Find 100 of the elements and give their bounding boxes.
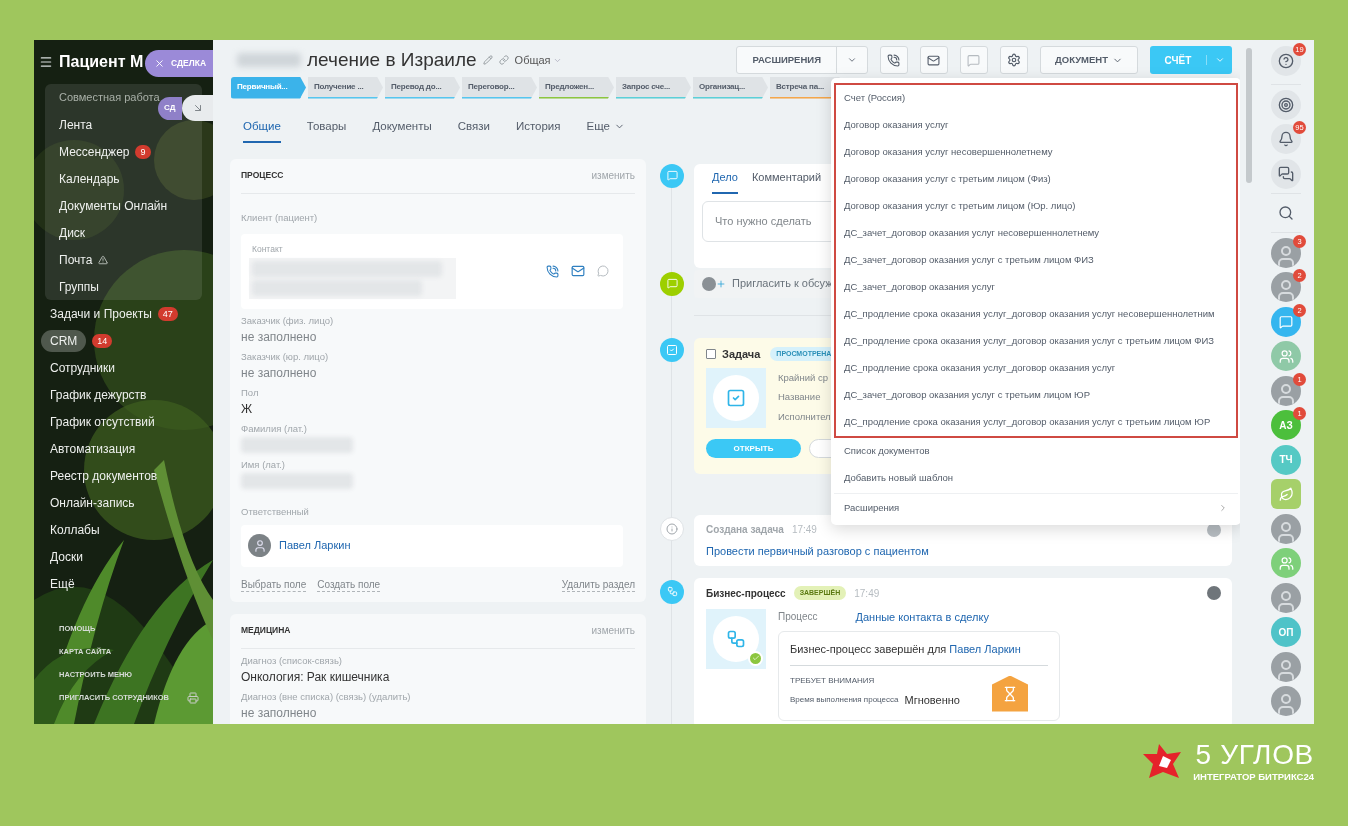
tab[interactable]: Еще <box>586 112 625 143</box>
menu-item[interactable]: ДС_продление срока оказания услуг_договор оказания услуг с третьим лицом ФИЗ <box>836 328 1236 355</box>
portal-title: Пациент М <box>59 52 144 72</box>
settings-button[interactable] <box>1000 46 1028 75</box>
sidebar-item[interactable]: Реестр документов <box>50 466 158 485</box>
menu-item[interactable]: ДС_продление срока оказания услуг_договор оказания услуг несовершеннолетним <box>836 301 1236 328</box>
call-button[interactable] <box>880 46 908 75</box>
tab[interactable]: Общие <box>243 112 281 143</box>
menu-item[interactable]: Договор оказания услуг с третьим лицом (Юр. лицо) <box>836 193 1236 220</box>
stage-step[interactable]: Переговор... <box>462 76 537 99</box>
avatar <box>1207 585 1221 600</box>
tab[interactable]: История <box>515 112 561 143</box>
sidebar-item[interactable]: Совместная работа <box>59 89 160 106</box>
sidebar-item[interactable]: Сотрудники <box>50 358 115 377</box>
sidebar-item[interactable]: Ещё <box>50 574 75 593</box>
field-label: Диагноз (вне списка) (связь) (удалить) <box>241 690 412 703</box>
field-value: Мгновенно <box>904 692 960 708</box>
sidebar-item[interactable]: Коллабы <box>50 520 100 539</box>
mail-icon[interactable] <box>571 264 585 278</box>
sidebar-item[interactable]: Доски <box>50 547 83 566</box>
tab[interactable]: Документы <box>372 112 432 143</box>
editor-tab[interactable]: Дело <box>712 169 738 194</box>
tab[interactable]: Товары <box>306 112 347 143</box>
field-label: Ответственный <box>241 505 309 517</box>
sidebar-item[interactable]: График дежурств <box>50 385 147 404</box>
result-text: Бизнес-процесс завершён для <box>790 643 948 655</box>
sidebar-item[interactable]: Документы Онлайн <box>59 196 168 215</box>
menu-item[interactable]: Договор оказания услуг <box>836 112 1236 139</box>
collapse-button[interactable] <box>182 95 213 121</box>
stage-step[interactable]: Получение ... <box>308 76 383 99</box>
field-action-link[interactable]: Создать поле <box>317 578 381 592</box>
sidebar-item[interactable]: Группы <box>59 277 99 296</box>
field-label: Клиент (пациент) <box>241 211 318 223</box>
logo-icon <box>1143 744 1184 781</box>
phone-icon <box>887 53 901 67</box>
menu-item[interactable]: Список документов <box>834 438 1238 465</box>
avatar[interactable] <box>1271 375 1301 406</box>
event-title: Создана задача <box>706 522 784 537</box>
group-avatar[interactable] <box>1271 548 1301 578</box>
stage-step[interactable]: Предложен... <box>539 76 614 99</box>
field-value: не заполнено <box>241 328 318 345</box>
blurred-text <box>237 53 301 68</box>
menu-item[interactable]: ДС_зачет_договор оказания услуг с третьим лицом ФИЗ <box>836 247 1236 274</box>
menu-item[interactable]: ДС_зачет_договор оказания услуг с третьим лицом ЮР <box>836 382 1236 409</box>
avatar[interactable] <box>1271 272 1301 302</box>
menu-item[interactable]: Договор оказания услуг с третьим лицом (Физ) <box>836 166 1236 193</box>
stage-step[interactable]: Организац... <box>693 76 768 99</box>
avatar[interactable] <box>1271 237 1301 268</box>
warning-icon <box>98 254 109 265</box>
menu-item[interactable]: ДС_продление срока оказания услуг_договор оказания услуг <box>836 355 1236 382</box>
menu-item[interactable]: Расширения <box>834 494 1238 522</box>
pencil-icon[interactable] <box>482 55 493 66</box>
sidebar-item[interactable]: Лента <box>59 115 93 134</box>
stage-step[interactable]: Перевод до... <box>385 76 460 99</box>
sidebar-item[interactable]: Задачи и Проекты <box>50 304 152 323</box>
checkbox[interactable] <box>706 348 716 359</box>
delete-section-link[interactable]: Удалить раздел <box>561 578 635 592</box>
task-link[interactable]: Провести первичный разговор с пациентом <box>706 542 1220 559</box>
chat-avatar[interactable] <box>1271 306 1301 337</box>
field-label: Контакт <box>251 243 284 256</box>
chat-icon[interactable] <box>1271 158 1301 189</box>
stage-step[interactable]: Запрос сче... <box>616 76 691 99</box>
user-link[interactable]: Павел Ларкин <box>949 643 1021 655</box>
avatar[interactable] <box>1271 582 1301 613</box>
category-selector[interactable]: Общая <box>514 52 562 69</box>
target-icon[interactable] <box>1271 89 1301 120</box>
process-link[interactable]: Данные контакта в сделку <box>855 608 989 625</box>
link-icon[interactable] <box>498 55 509 66</box>
close-icon[interactable] <box>154 58 165 69</box>
menu-item[interactable]: ДС_продление срока оказания услуг_договор оказания услуг с третьим лицом ЮР <box>836 409 1236 436</box>
document-button[interactable]: ДОКУМЕНТ <box>1040 46 1138 75</box>
sidebar-item[interactable]: Диск <box>59 223 86 242</box>
user-link[interactable]: Павел Ларкин <box>279 537 351 554</box>
menu-icon[interactable] <box>39 55 53 69</box>
menu-item[interactable]: Добавить новый шаблон <box>834 465 1238 492</box>
field-label: Диагноз (список-связь) <box>241 654 344 667</box>
editor-tab[interactable]: Комментарий <box>751 169 822 194</box>
field-action-link[interactable]: Выбрать поле <box>241 578 307 592</box>
extensions-button[interactable]: РАСШИРЕНИЯ <box>736 46 868 75</box>
sidebar-item[interactable]: График отсутствий <box>50 412 155 431</box>
phone-icon[interactable] <box>546 264 559 278</box>
menu-item[interactable]: ДС_зачет_договор оказания услуг <box>836 274 1236 301</box>
menu-item[interactable]: ДС_зачет_договор оказания услуг несовершеннолетнему <box>836 220 1236 247</box>
group-avatar[interactable] <box>1271 341 1301 371</box>
field-value: не заполнено <box>241 364 318 381</box>
avatar[interactable] <box>1271 651 1301 682</box>
chevron-icon <box>1218 503 1228 513</box>
deal-title: лечение в Израиле <box>307 48 477 72</box>
sidebar-item[interactable]: Автоматизация <box>50 439 136 458</box>
menu-item[interactable]: Договор оказания услуг несовершеннолетнему <box>836 139 1236 166</box>
avatar[interactable] <box>1271 513 1301 544</box>
printer-icon[interactable] <box>187 691 199 704</box>
sidebar-item[interactable]: Мессенджер <box>59 142 130 161</box>
tab[interactable]: Связи <box>457 112 490 143</box>
avatar[interactable] <box>1271 686 1301 716</box>
sidebar-item[interactable]: CRM <box>41 329 87 352</box>
sidebar-item[interactable]: Онлайн-запись <box>50 493 135 512</box>
sidebar-item[interactable]: Почта <box>59 250 93 269</box>
sidebar-item[interactable]: Календарь <box>59 169 120 188</box>
mail-button[interactable] <box>920 46 948 75</box>
